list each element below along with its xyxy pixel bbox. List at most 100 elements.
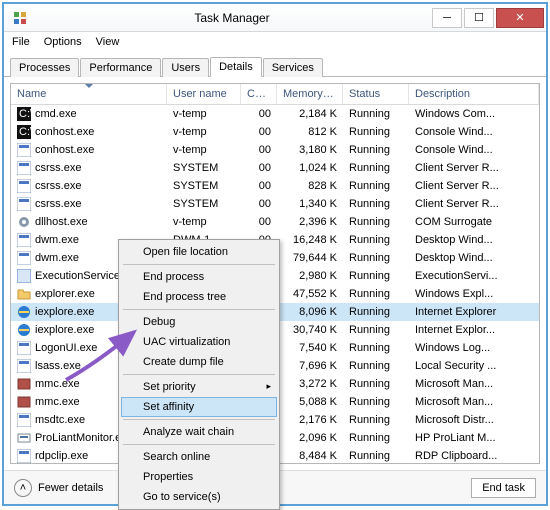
cell-status: Running [343,144,409,156]
process-name: csrss.exe [35,162,81,174]
process-icon [17,305,31,319]
ctx-uac-virtualization[interactable]: UAC virtualization [121,332,277,352]
cell-description: Client Server R... [409,162,539,174]
cell-description: Microsoft Distr... [409,414,539,426]
cell-memory: 30,740 K [277,324,343,336]
cell-description: HP ProLiant M... [409,432,539,444]
cell-description: Local Security ... [409,360,539,372]
cell-memory: 2,096 K [277,432,343,444]
col-cpu[interactable]: CPU [241,84,277,104]
cell-status: Running [343,432,409,444]
cell-description: Windows Log... [409,342,539,354]
table-row[interactable]: csrss.exeSYSTEM001,024 KRunningClient Se… [11,159,539,177]
process-name: lsass.exe [35,360,81,372]
title-bar[interactable]: Task Manager ─ ☐ ✕ [4,4,546,32]
minimize-button[interactable]: ─ [432,8,462,28]
cell-status: Running [343,414,409,426]
menu-file[interactable]: File [12,36,30,48]
tab-performance[interactable]: Performance [80,58,161,77]
ctx-end-process[interactable]: End process [121,267,277,287]
process-name: dllhost.exe [35,216,88,228]
cell-memory: 7,540 K [277,342,343,354]
cell-status: Running [343,396,409,408]
separator [123,419,275,420]
cell-status: Running [343,342,409,354]
svg-text:C:\: C:\ [19,126,31,138]
cell-cpu: 00 [241,216,277,228]
col-status[interactable]: Status [343,84,409,104]
process-name: mmc.exe [35,396,80,408]
tab-services[interactable]: Services [263,58,323,77]
cell-user: SYSTEM [167,180,241,192]
tab-users[interactable]: Users [162,58,209,77]
process-name: dwm.exe [35,252,79,264]
table-row[interactable]: dllhost.exev-temp002,396 KRunningCOM Sur… [11,213,539,231]
cell-user: SYSTEM [167,162,241,174]
process-name: conhost.exe [35,144,94,156]
ctx-open-file-location[interactable]: Open file location [121,242,277,262]
cell-user: v-temp [167,126,241,138]
cell-cpu: 00 [241,144,277,156]
cell-status: Running [343,234,409,246]
ctx-set-affinity[interactable]: Set affinity [121,397,277,417]
col-user[interactable]: User name [167,84,241,104]
window-title: Task Manager [34,11,430,25]
menu-view[interactable]: View [96,36,120,48]
process-icon [17,269,31,283]
cell-status: Running [343,288,409,300]
cell-cpu: 00 [241,108,277,120]
table-row[interactable]: conhost.exev-temp003,180 KRunningConsole… [11,141,539,159]
end-task-button[interactable]: End task [471,478,536,498]
cell-memory: 2,176 K [277,414,343,426]
table-row[interactable]: C:\cmd.exev-temp002,184 KRunningWindows … [11,105,539,123]
separator [123,374,275,375]
cell-status: Running [343,360,409,372]
fewer-details-label: Fewer details [38,482,103,494]
cell-memory: 7,696 K [277,360,343,372]
table-row[interactable]: csrss.exeSYSTEM001,340 KRunningClient Se… [11,195,539,213]
tab-details[interactable]: Details [210,57,262,77]
cell-description: RDP Clipboard... [409,450,539,462]
tab-processes[interactable]: Processes [10,58,79,77]
table-row[interactable]: csrss.exeSYSTEM00828 KRunningClient Serv… [11,177,539,195]
ctx-create-dump[interactable]: Create dump file [121,352,277,372]
cell-memory: 5,088 K [277,396,343,408]
table-row[interactable]: C:\conhost.exev-temp00812 KRunningConsol… [11,123,539,141]
maximize-button[interactable]: ☐ [464,8,494,28]
close-button[interactable]: ✕ [496,8,544,28]
menu-options[interactable]: Options [44,36,82,48]
cell-status: Running [343,126,409,138]
process-icon [17,161,31,175]
cell-user: v-temp [167,144,241,156]
ctx-go-to-services[interactable]: Go to service(s) [121,487,277,507]
cell-user: v-temp [167,216,241,228]
cell-user: SYSTEM [167,198,241,210]
process-name: msdtc.exe [35,414,85,426]
ctx-analyze-wait-chain[interactable]: Analyze wait chain [121,422,277,442]
cell-status: Running [343,198,409,210]
cell-description: Console Wind... [409,126,539,138]
cell-status: Running [343,162,409,174]
ctx-properties[interactable]: Properties [121,467,277,487]
col-name[interactable]: Name [11,84,167,104]
fewer-details-button[interactable]: ˄ Fewer details [14,479,103,497]
ctx-search-online[interactable]: Search online [121,447,277,467]
ctx-set-priority[interactable]: Set priority [121,377,277,397]
separator [123,309,275,310]
process-icon [17,179,31,193]
cell-cpu: 00 [241,198,277,210]
process-name: LogonUI.exe [35,342,97,354]
cell-description: Internet Explor... [409,324,539,336]
process-icon [17,233,31,247]
process-name: csrss.exe [35,180,81,192]
process-name: rdpclip.exe [35,450,88,462]
cell-cpu: 00 [241,126,277,138]
ctx-debug[interactable]: Debug [121,312,277,332]
ctx-end-process-tree[interactable]: End process tree [121,287,277,307]
col-memory[interactable]: Memory (p... [277,84,343,104]
cell-memory: 2,184 K [277,108,343,120]
cell-status: Running [343,216,409,228]
process-name: explorer.exe [35,288,95,300]
col-description[interactable]: Description [409,84,539,104]
cell-memory: 3,180 K [277,144,343,156]
